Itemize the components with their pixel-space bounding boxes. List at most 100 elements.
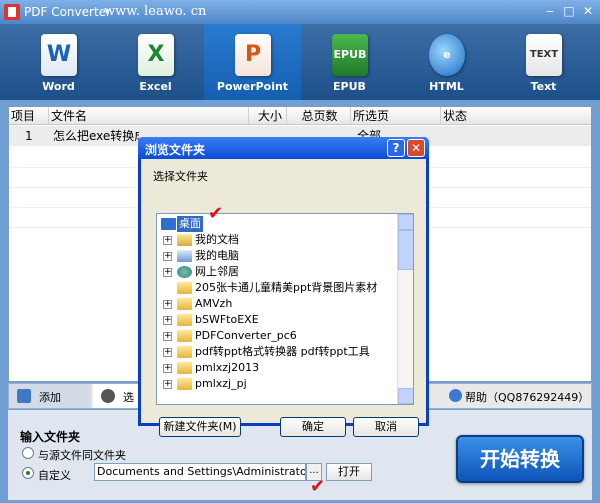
tree-item-folder[interactable]: + pmlxzj2013 (157, 360, 397, 376)
output-title: 输入文件夹 (20, 430, 81, 444)
expand-icon[interactable]: + (163, 348, 172, 357)
expand-icon[interactable]: + (163, 236, 172, 245)
tree-item-folder[interactable]: + bSWFtoEXE (157, 312, 397, 328)
dialog-title: 浏览文件夹 (145, 143, 206, 157)
checkmark-annotation: ✔ (310, 476, 326, 497)
scroll-up-icon[interactable] (398, 214, 413, 230)
col-pages[interactable]: 总页数 (287, 107, 351, 125)
dialog-help-button[interactable]: ? (387, 139, 405, 157)
tree-item-label: bSWFtoEXE (195, 313, 259, 326)
checkmark-annotation: ✔ (208, 203, 224, 224)
tool-powerpoint[interactable]: P PowerPoint (204, 24, 301, 100)
col-selected[interactable]: 所选页 (351, 107, 441, 125)
folder-tree[interactable]: 桌面 + 我的文档 + 我的电脑 + 网上邻居 205张卡通儿童精美ppt背景图… (156, 213, 414, 405)
tree-item-label: 我的文档 (195, 233, 239, 246)
tree-item-folder[interactable]: + AMVzh (157, 296, 397, 312)
maximize-button[interactable]: □ (560, 3, 578, 19)
help-link[interactable]: 帮助（QQ876292449） (465, 389, 589, 405)
folder-icon (177, 346, 192, 358)
add-icon (17, 389, 31, 403)
epub-icon: EPUB (332, 34, 368, 76)
new-folder-button[interactable]: 新建文件夹(M) (159, 417, 241, 437)
radio-same-folder[interactable] (22, 447, 34, 459)
scroll-thumb[interactable] (398, 230, 413, 270)
app-logo-icon (4, 4, 20, 20)
tree-item-desktop[interactable]: 桌面 (157, 216, 397, 232)
col-status[interactable]: 状态 (441, 107, 591, 125)
folder-icon (177, 378, 192, 390)
tree-item-label: AMVzh (195, 297, 233, 310)
tree-scrollbar[interactable] (397, 214, 413, 404)
tool-excel[interactable]: X Excel (107, 24, 204, 100)
expand-icon[interactable]: + (163, 380, 172, 389)
tool-html-label: HTML (429, 80, 464, 93)
tree-item-label: pmlxzj_pj (195, 377, 247, 390)
col-index[interactable]: 项目 (9, 107, 49, 125)
radio-custom-label[interactable]: 自定义 (38, 467, 71, 483)
expand-icon[interactable]: + (163, 316, 172, 325)
tree-item-folder[interactable]: + pdf转ppt格式转换器 pdf转ppt工具 (157, 344, 397, 360)
folder-icon (177, 314, 192, 326)
expand-icon[interactable]: + (163, 252, 172, 261)
text-icon: TEXT (526, 34, 562, 76)
tab-add[interactable]: 添加 (9, 384, 91, 408)
tree-item-label: 网上邻居 (195, 265, 239, 278)
dialog-title-bar: 浏览文件夹 ? ✕ (138, 137, 429, 159)
dialog-close-button[interactable]: ✕ (407, 139, 425, 157)
scroll-down-icon[interactable] (398, 388, 413, 404)
col-filename[interactable]: 文件名 (49, 107, 249, 125)
tool-word-label: Word (42, 80, 75, 93)
tab-add-label: 添加 (39, 391, 61, 404)
help-icon (449, 389, 462, 402)
row-index: 1 (25, 129, 33, 143)
open-button[interactable]: 打开 (326, 463, 372, 481)
folder-icon (177, 362, 192, 374)
expand-icon[interactable]: + (163, 268, 172, 277)
tree-item-my-documents[interactable]: + 我的文档 (157, 232, 397, 248)
tree-item-label: 桌面 (177, 216, 203, 232)
tool-text[interactable]: TEXT Text (495, 24, 592, 100)
tool-word[interactable]: W Word (10, 24, 107, 100)
format-toolbar: W Word X Excel P PowerPoint EPUB EPUB e … (0, 24, 600, 100)
row-filename: 怎么把exe转换成 (53, 129, 139, 143)
tree-item-my-computer[interactable]: + 我的电脑 (157, 248, 397, 264)
dialog-body: 选择文件夹 桌面 + 我的文档 + 我的电脑 + 网上邻居 205张卡通儿童精美… (141, 159, 426, 437)
ok-button[interactable]: 确定 (280, 417, 346, 437)
radio-same-folder-label[interactable]: 与源文件同文件夹 (38, 447, 126, 463)
tool-excel-label: Excel (139, 80, 172, 93)
tree-item-label: pmlxzj2013 (195, 361, 260, 374)
tree-item-network[interactable]: + 网上邻居 (157, 264, 397, 280)
html-icon: e (429, 34, 465, 76)
expand-icon[interactable]: + (163, 332, 172, 341)
tool-epub-label: EPUB (333, 80, 366, 93)
file-list-header: 项目 文件名 大小 总页数 所选页 状态 (9, 107, 591, 125)
minimize-button[interactable]: ‒ (541, 3, 559, 19)
browse-folder-dialog: 浏览文件夹 ? ✕ 选择文件夹 桌面 + 我的文档 + 我的电脑 + 网上邻居 … (138, 137, 429, 437)
app-title: PDF Converter (24, 5, 111, 19)
col-size[interactable]: 大小 (249, 107, 287, 125)
expand-icon[interactable]: + (163, 364, 172, 373)
tool-text-label: Text (530, 80, 557, 93)
expand-icon[interactable]: + (163, 300, 172, 309)
tool-powerpoint-label: PowerPoint (216, 80, 289, 93)
output-path-input[interactable]: Documents and Settings\Administrator\桌面\ (94, 463, 306, 481)
start-convert-button[interactable]: 开始转换 (456, 435, 584, 483)
word-icon: W (41, 34, 77, 76)
radio-custom[interactable] (22, 467, 34, 479)
tree-item-label: 我的电脑 (195, 249, 239, 262)
gear-icon (101, 389, 115, 403)
folder-icon (177, 298, 192, 310)
tool-html[interactable]: e HTML (398, 24, 495, 100)
tool-epub[interactable]: EPUB EPUB (301, 24, 398, 100)
cancel-button[interactable]: 取消 (353, 417, 419, 437)
excel-icon: X (138, 34, 174, 76)
tree-item-folder[interactable]: 205张卡通儿童精美ppt背景图片素材 (157, 280, 397, 296)
powerpoint-icon: P (235, 34, 271, 76)
tree-item-folder[interactable]: + pmlxzj_pj (157, 376, 397, 392)
desktop-icon (161, 218, 176, 230)
computer-icon (177, 250, 192, 262)
tree-item-folder[interactable]: + PDFConverter_pc6 (157, 328, 397, 344)
tab-options-label: 选 (123, 391, 134, 404)
close-button[interactable]: ✕ (579, 3, 597, 19)
tree-item-label: PDFConverter_pc6 (195, 329, 297, 342)
